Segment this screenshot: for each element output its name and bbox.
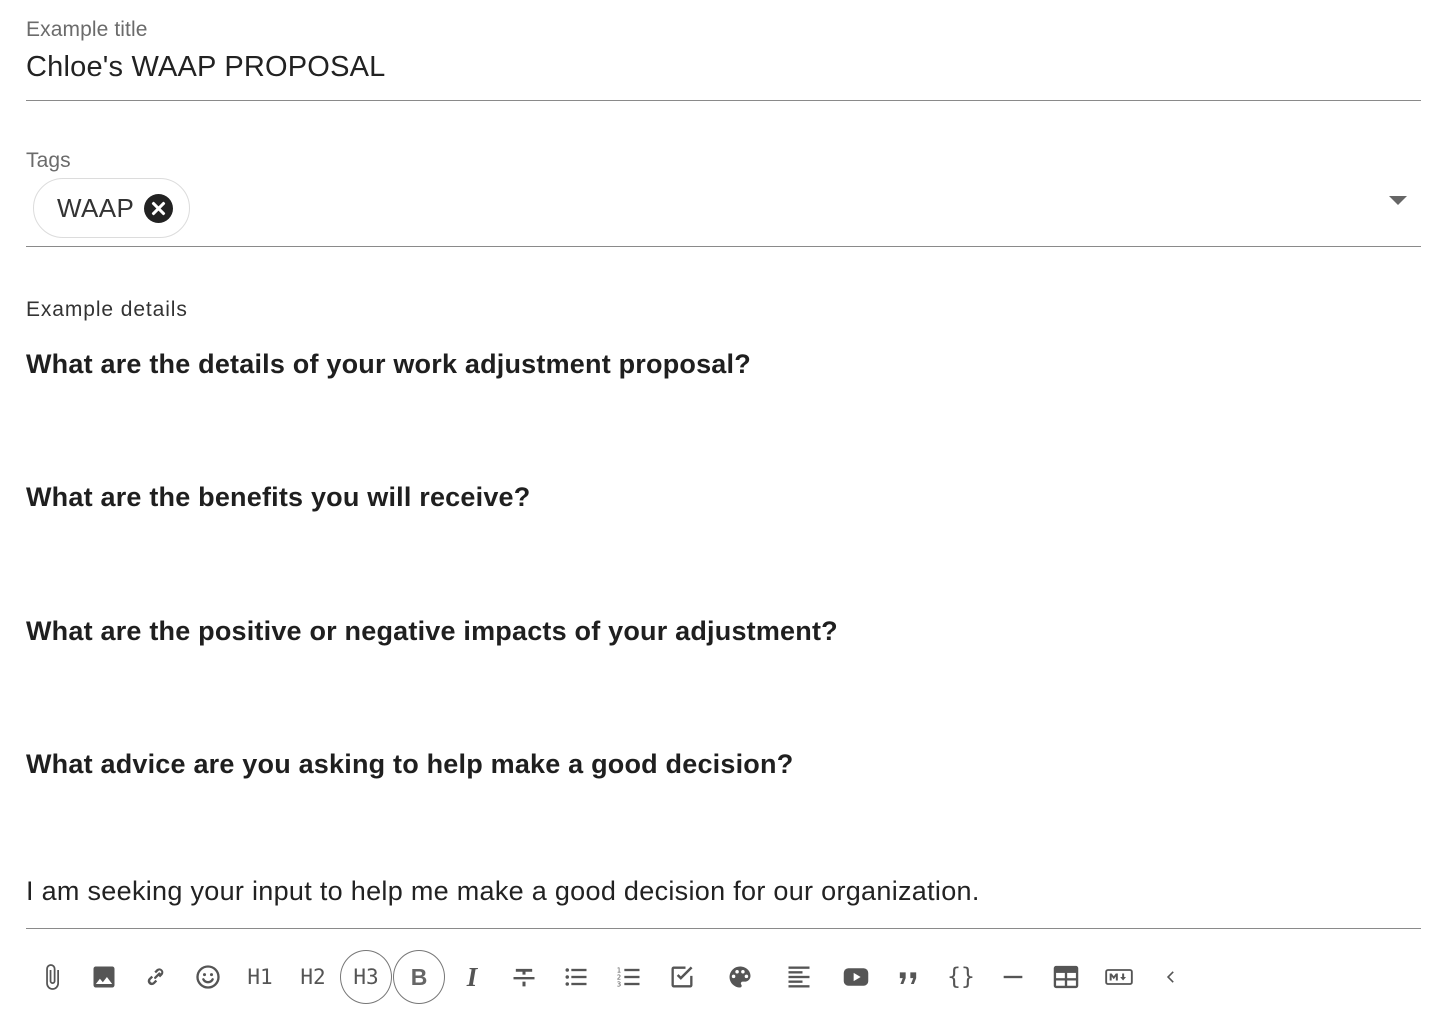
details-body-text[interactable]: I am seeking your input to help me make …	[26, 876, 980, 907]
quote-icon	[899, 972, 917, 984]
proposal-form: Example title Chloe's WAAP PROPOSAL Tags…	[0, 0, 1440, 1024]
details-label: Example details	[26, 298, 188, 321]
question-heading[interactable]: What are the details of your work adjust…	[26, 349, 751, 380]
link-icon	[147, 968, 164, 986]
checklist-icon	[671, 966, 693, 988]
text-color-button[interactable]	[714, 950, 766, 1004]
align-left-icon	[788, 966, 810, 988]
bullet-list-icon	[565, 968, 587, 986]
image-icon	[93, 966, 115, 988]
emoji-icon	[196, 965, 220, 989]
image-button[interactable]	[78, 950, 130, 1004]
collapse-chevron-icon	[1166, 971, 1174, 983]
markdown-icon	[1105, 969, 1133, 985]
attach-icon	[46, 964, 59, 990]
question-heading[interactable]: What are the positive or negative impact…	[26, 616, 838, 647]
collapse-toolbar-button[interactable]	[1145, 950, 1197, 1004]
video-button[interactable]	[830, 950, 882, 1004]
palette-icon	[729, 966, 751, 988]
numbered-list-icon: 123	[617, 966, 640, 988]
emoji-button[interactable]	[182, 950, 234, 1004]
heading-3-button[interactable]: H3	[340, 950, 392, 1004]
heading-1-button[interactable]: H1	[234, 950, 286, 1004]
title-label: Example title	[26, 18, 148, 41]
horizontal-rule-icon	[1003, 975, 1023, 979]
italic-button[interactable]: I	[446, 950, 498, 1004]
question-heading[interactable]: What advice are you asking to help make …	[26, 749, 793, 780]
youtube-icon	[843, 968, 869, 986]
numbered-list-button[interactable]: 123	[603, 950, 655, 1004]
strikethrough-icon	[513, 968, 535, 987]
title-input[interactable]: Chloe's WAAP PROPOSAL	[26, 51, 385, 84]
link-button[interactable]	[130, 950, 182, 1004]
bullet-list-button[interactable]	[550, 950, 602, 1004]
editor-toolbar: H1 H2 H3 B I 123 {}	[26, 950, 1226, 1004]
tag-chip[interactable]: WAAP	[33, 178, 190, 238]
tag-chip-label: WAAP	[57, 192, 135, 223]
markdown-button[interactable]	[1093, 950, 1145, 1004]
dropdown-arrow-icon[interactable]	[1389, 196, 1407, 205]
title-field[interactable]: Example title Chloe's WAAP PROPOSAL	[26, 16, 1421, 101]
remove-tag-icon[interactable]	[144, 194, 173, 223]
tags-label: Tags	[26, 149, 71, 172]
bold-button[interactable]: B	[393, 950, 445, 1004]
align-button[interactable]	[773, 950, 825, 1004]
strikethrough-button[interactable]	[498, 950, 550, 1004]
code-button[interactable]: {}	[935, 950, 987, 1004]
horizontal-rule-button[interactable]	[987, 950, 1039, 1004]
editor-divider	[26, 928, 1421, 929]
quote-button[interactable]	[882, 950, 934, 1004]
question-heading[interactable]: What are the benefits you will receive?	[26, 482, 530, 513]
checklist-button[interactable]	[656, 950, 708, 1004]
svg-text:3: 3	[617, 980, 621, 988]
table-icon	[1053, 965, 1079, 989]
attach-button[interactable]	[26, 950, 78, 1004]
heading-2-button[interactable]: H2	[287, 950, 339, 1004]
tags-field[interactable]: Tags WAAP	[26, 148, 1421, 247]
table-button[interactable]	[1040, 950, 1092, 1004]
